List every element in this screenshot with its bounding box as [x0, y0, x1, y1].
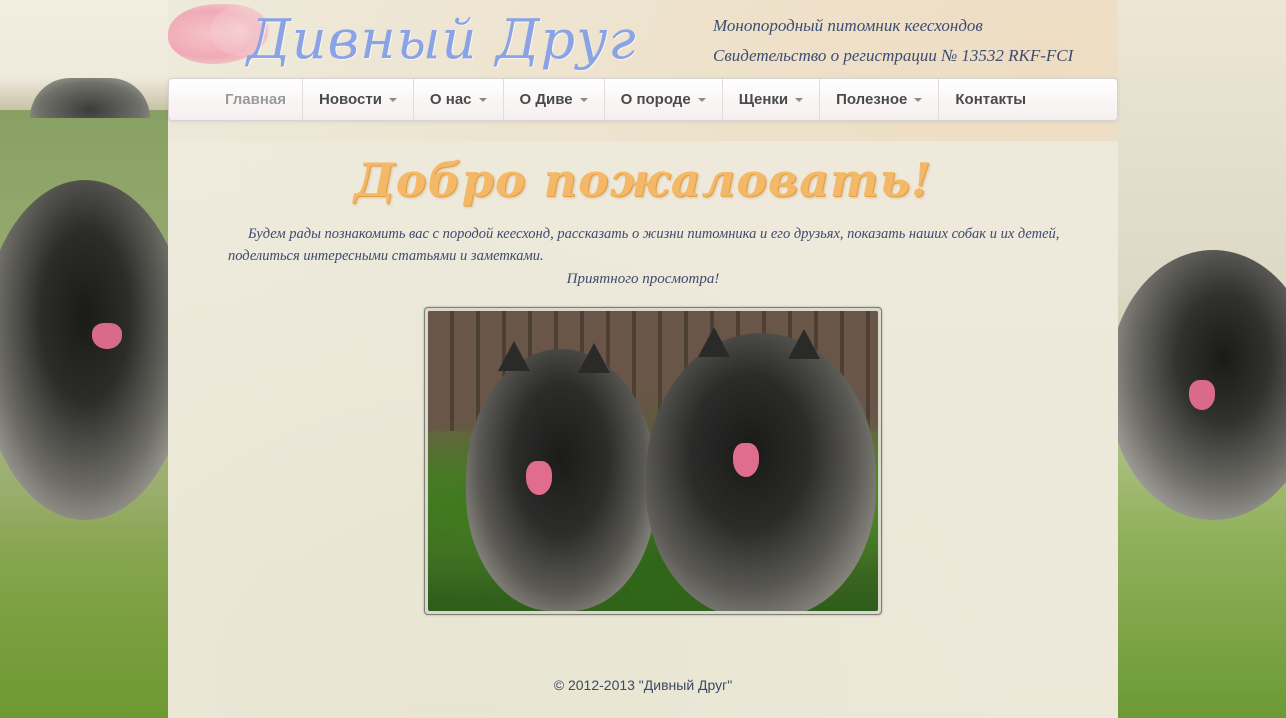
chevron-down-icon — [697, 97, 706, 102]
enjoy-text: Приятного просмотра! — [566, 271, 720, 287]
dog-ear-icon — [498, 341, 530, 371]
nav-item-home[interactable]: Главная — [209, 79, 304, 120]
site-title[interactable]: Дивный Друг — [247, 8, 637, 71]
nav-item-about-breed[interactable]: О породе — [605, 79, 723, 120]
nav-item-label: Щенки — [738, 91, 789, 108]
dog-ear-icon — [788, 329, 820, 359]
main-navbar: Главная Новости О нас О Диве О породе Ще… — [168, 78, 1118, 121]
dog-ear-icon — [698, 327, 730, 357]
nav-item-label: Новости — [319, 91, 382, 108]
chevron-down-icon — [478, 97, 487, 102]
nav-item-useful[interactable]: Полезное — [820, 79, 940, 120]
nav-item-puppies[interactable]: Щенки — [723, 79, 821, 120]
right-decor-dog-image — [1118, 0, 1286, 718]
dog-head-silhouette — [30, 78, 150, 118]
dog-tongue — [92, 323, 122, 349]
welcome-heading: Добро пожаловать! — [353, 153, 933, 207]
footer-copyright: © 2012-2013 "Дивный Друг" — [553, 677, 733, 693]
tagline-registration: Свидетельство о регистрации № 13532 RKF-… — [713, 46, 1074, 65]
photo-frame — [424, 307, 882, 615]
chevron-down-icon — [795, 97, 804, 102]
chevron-down-icon — [914, 97, 923, 102]
dog-tongue — [733, 443, 759, 477]
nav-item-about-us[interactable]: О нас — [414, 79, 504, 120]
chevron-down-icon — [579, 97, 588, 102]
nav-item-label: Полезное — [836, 91, 908, 108]
dog-ear-icon — [578, 343, 610, 373]
nav-item-label: О породе — [620, 91, 691, 108]
dog-fur — [0, 180, 168, 520]
main-content: Добро пожаловать! Будем рады познакомить… — [168, 141, 1118, 718]
keeshond-dogs-photo — [428, 311, 878, 611]
intro-paragraph: Будем рады познакомить вас с породой кее… — [228, 226, 1060, 264]
tagline-kennel: Монопородный питомник кеесхондов — [713, 16, 983, 35]
chevron-down-icon — [388, 97, 397, 102]
left-decor-dog-image — [0, 0, 168, 718]
nav-item-label: О нас — [429, 91, 472, 108]
nav-item-contacts[interactable]: Контакты — [939, 79, 1042, 120]
dog-tongue — [1189, 380, 1215, 410]
nav-item-label: О Диве — [519, 91, 573, 108]
nav-item-about-diva[interactable]: О Диве — [504, 79, 605, 120]
nav-item-label: Контакты — [955, 91, 1027, 108]
dog-tongue — [526, 461, 552, 495]
nav-item-news[interactable]: Новости — [303, 79, 414, 120]
dog-right — [646, 333, 876, 611]
nav-item-label: Главная — [225, 91, 287, 108]
grass-background — [0, 488, 168, 718]
dog-left — [466, 349, 656, 611]
